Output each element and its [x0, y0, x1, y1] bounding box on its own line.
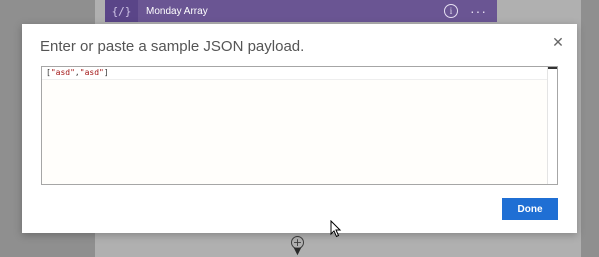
string-token: "asd" — [79, 68, 104, 77]
card-title: Monday Array — [146, 5, 208, 17]
json-payload-editor[interactable]: ["asd","asd"] — [41, 66, 558, 185]
down-arrow-icon: ▼ — [293, 246, 302, 257]
bracket-close: ] — [103, 68, 109, 77]
editor-content: ["asd","asd"] — [46, 68, 109, 78]
info-icon: i — [444, 4, 458, 18]
more-options-icon: ··· — [470, 3, 487, 19]
mouse-pointer-icon — [330, 220, 342, 238]
string-token: "asd" — [50, 68, 75, 77]
done-button[interactable]: Done — [502, 198, 558, 220]
ruler-cursor-mark — [548, 67, 557, 69]
dialog-title: Enter or paste a sample JSON payload. — [40, 38, 305, 55]
editor-overview-ruler[interactable] — [547, 67, 557, 184]
close-icon[interactable]: ✕ — [551, 36, 565, 50]
variable-icon: {/} — [105, 0, 138, 22]
editor-current-line — [42, 67, 547, 80]
sample-payload-dialog: Enter or paste a sample JSON payload. ✕ … — [22, 24, 577, 233]
monday-array-card: {/} Monday Array i ··· — [105, 0, 497, 22]
